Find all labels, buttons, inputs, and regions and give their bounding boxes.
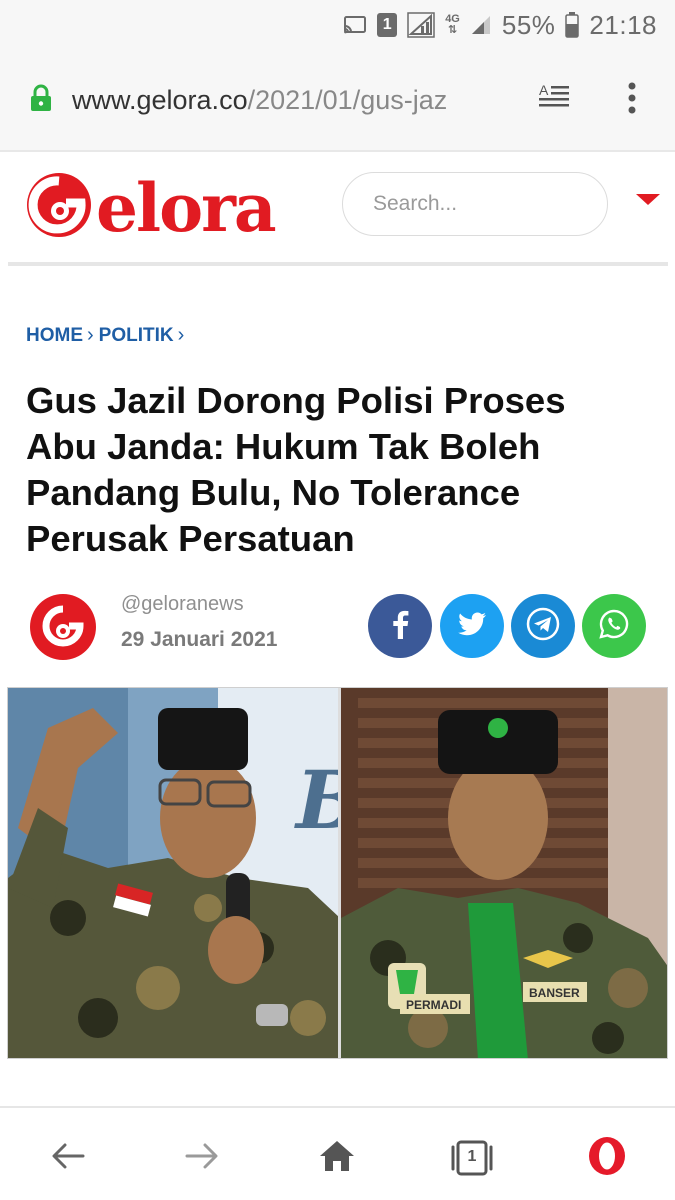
signal-icon	[407, 12, 435, 38]
url-path: /2021/01/gus-jaz	[247, 84, 448, 115]
lock-icon	[30, 84, 52, 117]
browser-bottom-bar: 1	[0, 1108, 675, 1200]
search-input[interactable]: Search...	[342, 172, 608, 236]
signal-strength-icon	[470, 14, 492, 36]
reader-mode-icon[interactable]: A	[539, 82, 571, 117]
title-line: Gus Jazil Dorong Polisi Proses	[26, 380, 566, 421]
org-tag-label: BANSER	[529, 986, 580, 1000]
battery-percent: 55%	[501, 9, 556, 40]
search-placeholder: Search...	[373, 192, 458, 215]
breadcrumb-home[interactable]: HOME	[26, 325, 83, 347]
menu-dropdown-icon[interactable]	[636, 194, 660, 205]
share-twitter-button[interactable]	[440, 594, 504, 658]
title-line: Perusak Persatuan	[26, 518, 355, 559]
chevron-right-icon: ›	[177, 324, 185, 346]
article-title: Gus Jazil Dorong Polisi Proses Abu Janda…	[26, 378, 646, 562]
forward-icon	[185, 1141, 219, 1176]
telegram-icon	[526, 607, 560, 646]
author-name[interactable]: @geloranews	[121, 593, 244, 616]
back-icon	[51, 1141, 85, 1176]
sim-icon: 1	[377, 13, 398, 37]
sim-badge: 1	[382, 16, 392, 33]
article-image[interactable]: B PERMADI BANSER	[7, 687, 668, 1059]
breadcrumb: HOME › POLITIK ›	[26, 324, 189, 347]
share-whatsapp-button[interactable]	[582, 594, 646, 658]
facebook-icon	[389, 609, 411, 644]
tabs-button[interactable]: 1	[448, 1134, 496, 1182]
clock: 21:18	[589, 9, 657, 40]
url-text[interactable]: www.gelora.co/2021/01/gus-jaz	[72, 85, 447, 116]
twitter-icon	[458, 611, 486, 641]
status-bar: 1 4G ⇅ 55% 21:18	[0, 0, 675, 50]
chevron-right-icon: ›	[87, 324, 94, 346]
url-host: www.gelora.co	[72, 84, 248, 115]
header-divider	[8, 262, 668, 266]
network-type: 4G ⇅	[445, 14, 460, 36]
share-telegram-button[interactable]	[511, 594, 575, 658]
battery-icon	[565, 12, 580, 38]
home-button[interactable]	[313, 1134, 361, 1182]
breadcrumb-section[interactable]: POLITIK	[99, 325, 174, 347]
cast-icon	[343, 15, 367, 35]
opera-icon	[587, 1136, 627, 1181]
address-bar[interactable]: www.gelora.co/2021/01/gus-jaz A	[0, 50, 675, 150]
logo-swirl-icon	[24, 167, 94, 248]
opera-menu-button[interactable]	[583, 1134, 631, 1182]
site-header: elora Search...	[0, 150, 675, 268]
site-logo[interactable]: elora	[24, 167, 277, 248]
name-tag-label: PERMADI	[406, 998, 461, 1012]
share-facebook-button[interactable]	[368, 594, 432, 658]
data-arrows-icon: ⇅	[447, 24, 458, 36]
publish-date: 29 Januari 2021	[121, 628, 278, 651]
tab-count: 1	[467, 1148, 477, 1165]
title-line: Pandang Bulu, No Tolerance	[26, 472, 521, 513]
forward-button[interactable]	[178, 1134, 226, 1182]
svg-text:A: A	[539, 82, 549, 98]
whatsapp-icon	[598, 608, 630, 645]
title-line: Abu Janda: Hukum Tak Boleh	[26, 426, 541, 467]
logo-wordmark: elora	[96, 168, 277, 247]
overflow-menu-icon[interactable]	[627, 82, 637, 119]
author-avatar[interactable]	[30, 594, 96, 660]
tabs-icon: 1	[450, 1139, 494, 1177]
home-icon	[318, 1139, 356, 1178]
back-button[interactable]	[44, 1134, 92, 1182]
